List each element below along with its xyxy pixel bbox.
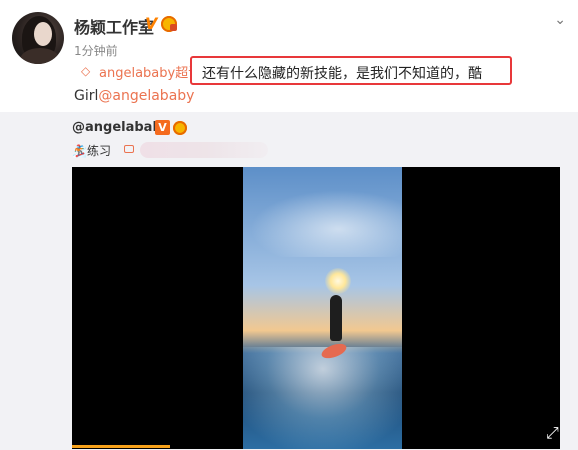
chevron-down-icon[interactable]: ⌄ [554, 12, 566, 28]
line2-prefix: Girl [74, 88, 99, 104]
video-frame [243, 167, 402, 449]
progress-bar [72, 445, 170, 448]
post-line2: Girl@angelababy [74, 88, 194, 104]
highlight-box: 还有什么隐藏的新技能，是我们不知道的，酷 [190, 56, 512, 85]
author-name[interactable]: 杨颖工作室 [74, 14, 154, 38]
video-icon [124, 145, 134, 153]
verified-badge: V [145, 14, 158, 33]
fan-badge-icon [161, 16, 177, 32]
repost-text: 🏂练习 [72, 144, 111, 158]
video-player[interactable]: ⤢ [72, 167, 560, 449]
mention-link[interactable]: @angelababy [98, 88, 194, 104]
repost-fan-badge-icon [173, 121, 187, 135]
expand-icon[interactable]: ⤢ [546, 423, 559, 443]
supertopic-icon: ◇ [81, 64, 91, 78]
supertopic-link[interactable]: angelababy超话 [99, 62, 201, 81]
highlight-text: 还有什么隐藏的新技能，是我们不知道的，酷 [202, 66, 482, 82]
blurred-link [140, 142, 268, 158]
avatar[interactable] [12, 12, 64, 64]
repost-verified-badge: V [155, 120, 170, 135]
post-timestamp: 1分钟前 [74, 44, 118, 58]
